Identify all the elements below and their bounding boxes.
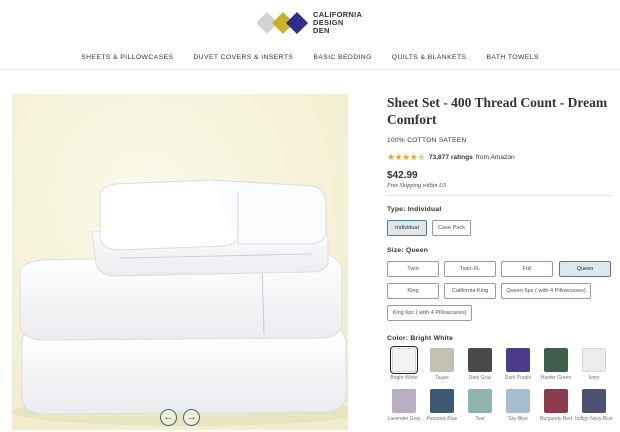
product-title: Sheet Set - 400 Thread Count - Dream Com… <box>387 95 608 127</box>
size-label: Size: Queen <box>387 247 429 254</box>
main-nav: SHEETS & PILLOWCASES DUVET COVERS & INSE… <box>0 54 620 61</box>
color-swatch-sky-blue[interactable] <box>506 389 530 413</box>
color-swatch-hunter-green[interactable] <box>544 348 568 372</box>
color-swatch-ivory[interactable] <box>582 348 606 372</box>
color-swatch-taupe[interactable] <box>430 348 454 372</box>
shipping-note: Free Shipping within US <box>387 183 447 189</box>
nav-item-bath-towels[interactable]: BATH TOWELS <box>476 54 548 61</box>
product-price: $42.99 <box>387 170 418 181</box>
logo-wordmark: CALIFORNIA DESIGN DEN <box>313 10 363 35</box>
type-option-case-pack[interactable]: Case Pack <box>432 220 471 236</box>
product-image <box>12 94 348 430</box>
sheet-set-illustration <box>12 94 348 430</box>
size-option-queen-6pc[interactable]: Queen 6pc ( with 4 Pillowcases) <box>501 283 591 299</box>
color-label: Color: Bright White <box>387 335 454 342</box>
gallery-next-button[interactable]: → <box>183 409 200 426</box>
site-header: CALIFORNIA DESIGN DEN SHEETS & PILLOWCAS… <box>0 0 620 70</box>
size-option-queen[interactable]: Queen <box>559 261 611 277</box>
size-option-twin[interactable]: Twin <box>387 261 439 277</box>
nav-item-sheets-pillowcases[interactable]: SHEETS & PILLOWCASES <box>71 54 183 61</box>
size-option-twin-xl[interactable]: Twin-XL <box>444 261 496 277</box>
brand-logo[interactable]: CALIFORNIA DESIGN DEN <box>257 9 377 37</box>
color-swatch-bright-white[interactable] <box>390 346 418 374</box>
color-swatch-burgundy-red[interactable] <box>544 389 568 413</box>
color-swatch-lavender-gray[interactable] <box>392 389 416 413</box>
nav-item-quilts-blankets[interactable]: QUILTS & BLANKETS <box>382 54 477 61</box>
type-option-individual[interactable]: Individual <box>387 220 427 236</box>
size-option-california-king[interactable]: California King <box>444 283 496 299</box>
size-option-king-6pc[interactable]: King 6pc ( with 4 Pillowcases) <box>387 305 472 321</box>
color-swatch-dark-gray[interactable] <box>468 348 492 372</box>
rating-count: 73,877 ratings <box>428 154 473 161</box>
arrow-right-icon: → <box>186 411 197 423</box>
rating-source: from Amazon <box>475 154 515 161</box>
product-info: Sheet Set - 400 Thread Count - Dream Com… <box>387 94 612 189</box>
color-swatch-teal[interactable] <box>468 389 492 413</box>
color-swatch-label: Ivory <box>588 375 600 381</box>
color-swatch-dark-purple[interactable] <box>506 348 530 372</box>
color-swatch-peacock-blue[interactable] <box>430 389 454 413</box>
color-swatch-indigo-navy-blue[interactable] <box>582 389 606 413</box>
arrow-left-icon: ← <box>163 411 174 423</box>
product-subtitle: 100% COTTON SATEEN <box>387 137 467 144</box>
type-label: Type: Individual <box>387 206 442 213</box>
rating-stars-icon: ★★★★★ <box>387 152 425 162</box>
nav-item-duvet-covers[interactable]: DUVET COVERS & INSERTS <box>183 54 303 61</box>
size-option-king[interactable]: King <box>387 283 439 299</box>
product-rating[interactable]: ★★★★★ 73,877 ratings from Amazon <box>387 152 612 163</box>
size-option-full[interactable]: Full <box>501 261 553 277</box>
nav-item-basic-bedding[interactable]: BASIC BEDDING <box>303 54 381 61</box>
gallery-prev-button[interactable]: ← <box>160 409 177 426</box>
color-swatch-label: Indigo Navy Blue <box>575 416 613 422</box>
divider <box>387 195 612 196</box>
logo-diamonds-icon <box>257 12 308 34</box>
